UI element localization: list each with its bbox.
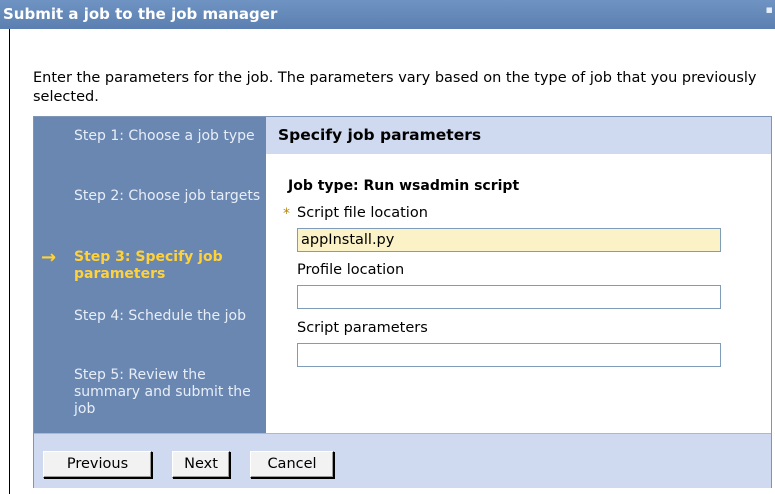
wizard-panel: → Step 1: Choose a job type Step 2: Choo…: [33, 116, 772, 488]
step-1: Step 1: Choose a job type: [74, 128, 255, 144]
previous-button[interactable]: Previous: [43, 451, 152, 478]
cancel-button[interactable]: Cancel: [250, 451, 334, 478]
script-parameters-label: Script parameters: [297, 320, 428, 336]
job-type-label: Job type: Run wsadmin script: [288, 178, 520, 194]
parameters-content: Specify job parameters Job type: Run wsa…: [266, 117, 771, 433]
script-file-location-label: Script file location: [297, 205, 428, 221]
required-indicator-icon: *: [283, 206, 290, 222]
step-4: Step 4: Schedule the job: [74, 308, 246, 324]
profile-location-input[interactable]: [297, 285, 721, 309]
step-3: Step 3: Specify job parameters: [74, 249, 223, 282]
left-border: [9, 29, 10, 494]
collapse-icon[interactable]: ▪: [766, 0, 773, 20]
current-step-arrow-icon: →: [41, 247, 57, 268]
steps-sidebar: → Step 1: Choose a job type Step 2: Choo…: [34, 117, 266, 433]
step-5: Step 5: Review the summary and submit th…: [74, 367, 251, 417]
step-2: Step 2: Choose job targets: [74, 188, 261, 204]
window-title: Submit a job to the job manager: [3, 5, 278, 23]
panel-heading: Specify job parameters: [266, 117, 771, 154]
intro-text: Enter the parameters for the job. The pa…: [33, 70, 757, 105]
script-parameters-input[interactable]: [297, 343, 721, 367]
button-bar: Previous Next Cancel: [34, 433, 771, 488]
script-file-location-input[interactable]: [297, 228, 721, 252]
next-button[interactable]: Next: [172, 451, 230, 478]
profile-location-label: Profile location: [297, 262, 405, 278]
title-bar: Submit a job to the job manager ▪: [0, 0, 775, 29]
